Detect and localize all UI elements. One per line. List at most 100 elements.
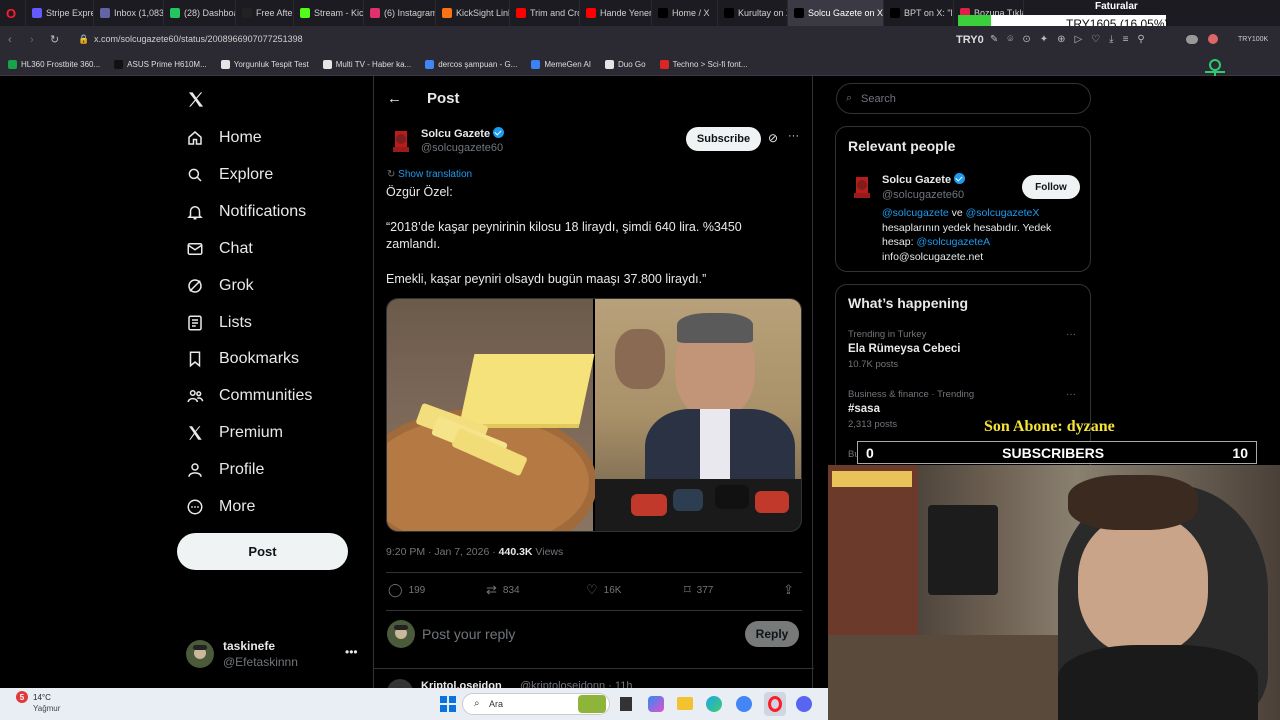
author-handle[interactable]: @solcugazete60 — [421, 142, 503, 154]
back-arrow-icon[interactable]: ← — [387, 90, 402, 107]
bookmark-item[interactable]: Multi TV - Haber ka... — [322, 60, 411, 69]
browser-tab[interactable]: KickSight Link — [436, 0, 510, 26]
bookmark-action[interactable]: ⌑ 377 — [684, 582, 713, 598]
extension-icon[interactable] — [1186, 35, 1198, 44]
bookmark-item[interactable]: ASUS Prime H610M... — [114, 60, 207, 69]
browser-tab[interactable]: Stripe Express — [26, 0, 94, 26]
communities-icon — [187, 390, 204, 403]
tab-label: Trim and Crop — [530, 8, 579, 18]
taskbar-search-placeholder: Ara — [489, 699, 504, 709]
sub-goal-target: 10 — [1232, 444, 1248, 461]
x-logo-icon[interactable] — [186, 90, 206, 114]
discord-icon[interactable] — [796, 696, 812, 712]
browser-tab[interactable]: BPT on X: "li... — [884, 0, 954, 26]
more-icon — [187, 499, 203, 515]
browser-tab[interactable]: Inbox (1,083) — [94, 0, 164, 26]
bookmark-item[interactable]: Techno > Sci-fi font... — [659, 60, 748, 69]
browser-tab[interactable]: Trim and Crop — [510, 0, 580, 26]
post-button[interactable]: Post — [177, 533, 348, 570]
search-input[interactable]: Search — [836, 83, 1091, 114]
author-name-row[interactable]: Solcu Gazete — [421, 127, 505, 140]
divider — [386, 572, 802, 573]
bookmark-item[interactable]: Duo Go — [605, 60, 646, 69]
sidebar-item-grok[interactable]: Grok — [186, 277, 254, 295]
browser-tab[interactable]: Kurultay on X — [718, 0, 788, 26]
person-avatar[interactable] — [848, 173, 876, 201]
chrome-icon[interactable] — [736, 696, 752, 712]
trend-title: #sasa — [848, 403, 880, 415]
sidebar-item-more[interactable]: More — [186, 498, 255, 516]
sidebar-item-communities[interactable]: Communities — [186, 387, 312, 405]
reply-avatar — [387, 620, 415, 648]
back-icon[interactable]: ‹ — [8, 34, 12, 46]
sidebar-item-home[interactable]: Home — [186, 129, 262, 147]
sidebar-item-profile[interactable]: Profile — [186, 461, 264, 479]
temperature[interactable]: 14°C — [33, 693, 51, 702]
subscribe-button[interactable]: Subscribe — [686, 127, 761, 151]
browser-tab[interactable]: Free After Eff... — [236, 0, 294, 26]
trend-more-icon[interactable]: ··· — [1066, 329, 1076, 340]
bookmark-item[interactable]: Yorgunluk Tespit Test — [220, 60, 309, 69]
sidebar-item-chat[interactable]: Chat — [186, 240, 253, 258]
bio-mention-1[interactable]: @solcugazete — [882, 207, 949, 219]
cheese-image[interactable] — [387, 299, 597, 531]
bio-mention-2[interactable]: @solcugazeteX — [966, 207, 1040, 219]
wallet-label[interactable]: TRY0 — [956, 34, 984, 46]
bookmark-item[interactable]: dercos şampuan - G... — [425, 60, 517, 69]
toolbar-icons[interactable]: ✎⌾⊙✦⊕▷♡⤓≡⚲ — [990, 34, 1154, 45]
forward-icon[interactable]: › — [30, 34, 34, 46]
bookmark-item[interactable]: MemeGen AI — [531, 60, 591, 69]
bookmark-item[interactable]: HL360 Frostbite 360... — [8, 60, 100, 69]
browser-tab[interactable]: (6) Instagram — [364, 0, 436, 26]
trend-more-icon[interactable]: ··· — [1066, 389, 1076, 400]
show-translation-link[interactable]: ↻ Show translation — [387, 169, 472, 180]
tab-favicon-icon — [370, 8, 380, 18]
account-more-icon[interactable]: ••• — [345, 645, 358, 659]
x-icon — [189, 426, 202, 440]
reply-action[interactable]: ◯ 199 — [388, 582, 425, 598]
browser-tab[interactable]: Stream - Kick — [294, 0, 364, 26]
follow-button[interactable]: Follow — [1022, 175, 1080, 199]
opera-taskbar-button[interactable] — [764, 692, 786, 716]
sidebar-item-premium[interactable]: Premium — [186, 424, 283, 442]
task-view-icon[interactable] — [620, 697, 632, 711]
grok-icon[interactable]: ⊘ — [768, 131, 778, 145]
avatar-icon[interactable] — [1208, 34, 1218, 44]
sidebar-item-notifications[interactable]: Notifications — [186, 203, 306, 221]
profile-icon — [188, 463, 202, 478]
browser-tab[interactable]: (28) Dashboa... — [164, 0, 236, 26]
trend-item[interactable]: Business & finance · Trending #sasa 2,313 … — [836, 389, 1090, 445]
reply-button[interactable]: Reply — [745, 621, 799, 647]
like-action[interactable]: ♡ 16K — [586, 582, 621, 598]
repost-action[interactable]: ⇄ 834 — [486, 582, 520, 598]
sidebar-item-explore[interactable]: Explore — [186, 166, 273, 184]
reload-icon[interactable]: ↻ — [50, 33, 59, 46]
windows-start-icon[interactable] — [440, 696, 456, 712]
sidebar-item-bookmarks[interactable]: Bookmarks — [186, 350, 299, 368]
post-more-icon[interactable]: ··· — [788, 130, 799, 142]
next-reply-author[interactable]: Kriptol.oseidon — [421, 680, 502, 688]
copilot-icon[interactable] — [648, 696, 664, 712]
opera-menu-button[interactable]: O — [0, 0, 26, 26]
lock-icon: 🔒 — [78, 34, 90, 44]
browser-tab[interactable]: Hande Yener — [580, 0, 652, 26]
tab-favicon-icon — [794, 8, 804, 18]
file-explorer-icon[interactable] — [677, 697, 693, 710]
edge-icon[interactable] — [706, 696, 722, 712]
post-media[interactable] — [386, 298, 802, 532]
trend-item[interactable]: Trending in Turkey Ela Rümeysa Cebeci 10.7… — [836, 329, 1090, 385]
browser-tab[interactable]: Home / X — [652, 0, 718, 26]
account-avatar[interactable] — [186, 640, 214, 668]
url-text[interactable]: x.com/solcugazete60/status/2008966907077… — [94, 34, 303, 44]
tab-favicon-icon — [300, 8, 310, 18]
next-reply-avatar[interactable] — [387, 679, 413, 688]
person-name-row[interactable]: Solcu Gazete — [882, 173, 966, 186]
share-icon[interactable]: ⇪ — [783, 582, 794, 598]
politician-image[interactable] — [595, 299, 801, 531]
reply-input[interactable]: Post your reply — [422, 626, 515, 642]
bio-mention-3[interactable]: @solcugazeteA — [916, 236, 990, 248]
author-avatar[interactable] — [387, 127, 415, 155]
sidebar-item-lists[interactable]: Lists — [186, 314, 252, 332]
sidebar-item-label: Lists — [219, 313, 252, 331]
browser-tab[interactable]: Solcu Gazete on X: "Öz... — [788, 0, 884, 26]
